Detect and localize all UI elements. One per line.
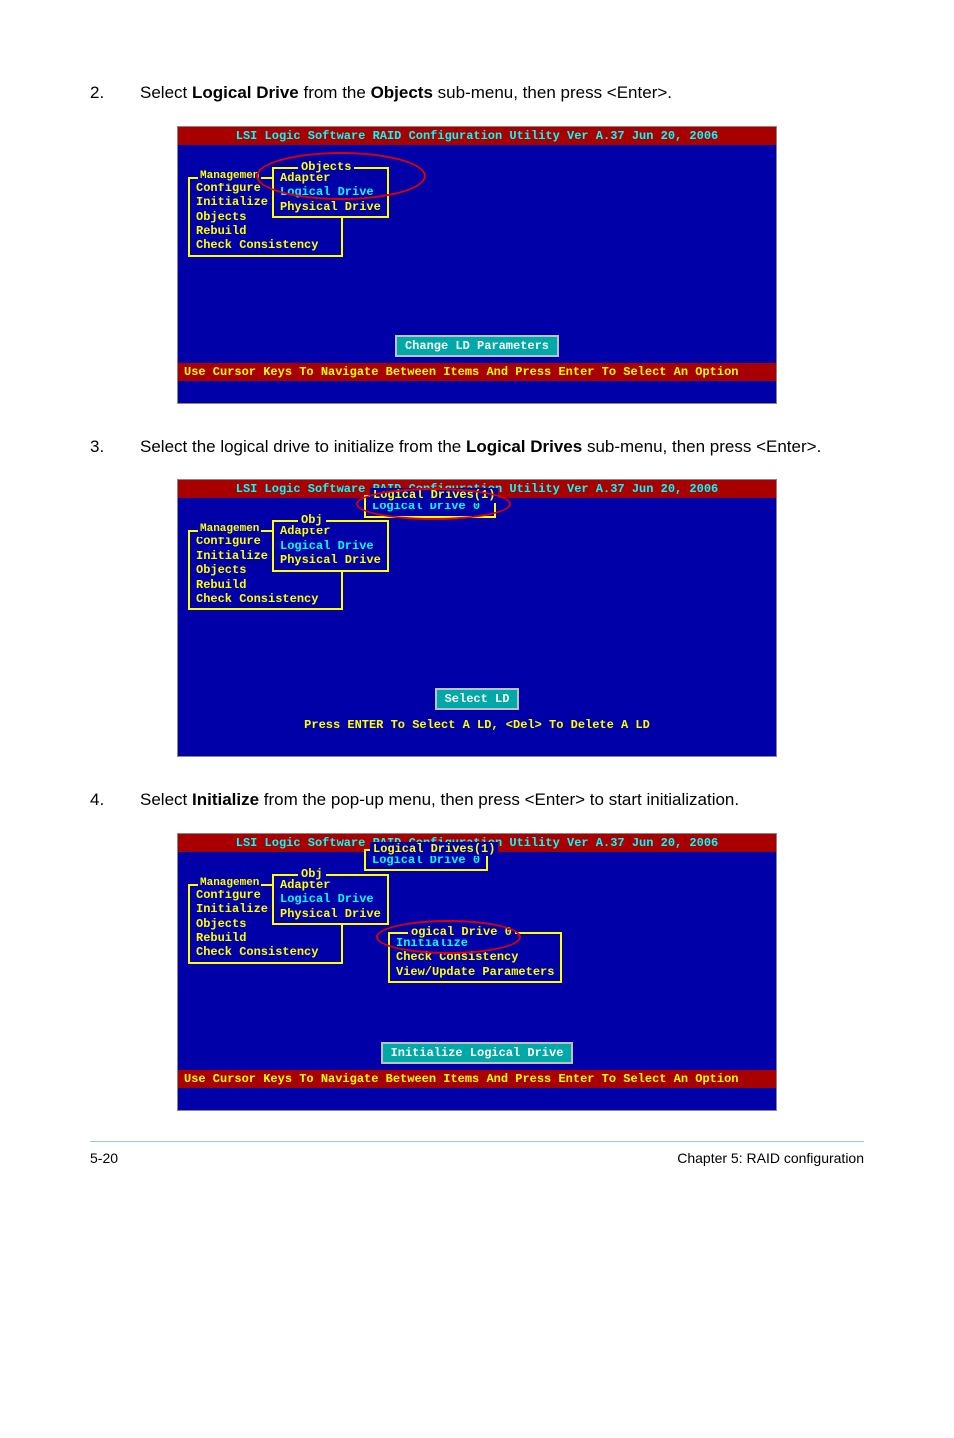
obj-item[interactable]: Physical Drive xyxy=(280,200,381,214)
obj-item[interactable]: Adapter xyxy=(280,878,381,892)
bios-screenshot-3: LSI Logic Software RAID Configuration Ut… xyxy=(177,833,777,1111)
objects-submenu: Obj Adapter Logical Drive Physical Drive xyxy=(272,520,389,571)
help-bar: Press ENTER To Select A LD, <Del> To Del… xyxy=(178,716,776,734)
obj-item[interactable]: Physical Drive xyxy=(280,907,381,921)
logical-drives-submenu: Logical Drives(1) Logical Drive 0 xyxy=(364,849,488,871)
step-number: 2. xyxy=(90,80,140,106)
action-item[interactable]: Check Consistency xyxy=(396,950,554,964)
obj-item-selected[interactable]: Logical Drive xyxy=(280,892,381,906)
ld-title: Logical Drives(1) xyxy=(370,842,498,856)
obj-item[interactable]: Adapter xyxy=(280,524,381,538)
status-bar: Initialize Logical Drive xyxy=(381,1042,574,1064)
objects-title-short: Obj xyxy=(298,867,326,881)
bios-screenshot-2: LSI Logic Software RAID Configuration Ut… xyxy=(177,479,777,757)
step-text: Select Initialize from the pop-up menu, … xyxy=(140,787,739,813)
mgmt-item[interactable]: Check Consistency xyxy=(196,592,335,606)
mgmt-title: Managemen xyxy=(198,877,261,890)
help-bar: Use Cursor Keys To Navigate Between Item… xyxy=(178,1070,776,1088)
objects-title-short: Obj xyxy=(298,513,326,527)
status-bar: Change LD Parameters xyxy=(395,335,559,357)
status-bar: Select LD xyxy=(435,688,520,710)
objects-submenu: Obj Adapter Logical Drive Physical Drive xyxy=(272,874,389,925)
obj-item-selected[interactable]: Logical Drive xyxy=(280,185,381,199)
step-4: 4. Select Initialize from the pop-up men… xyxy=(90,787,864,813)
step-text: Select Logical Drive from the Objects su… xyxy=(140,80,672,106)
action-item[interactable]: View/Update Parameters xyxy=(396,965,554,979)
step-3: 3. Select the logical drive to initializ… xyxy=(90,434,864,460)
mgmt-item[interactable]: Rebuild xyxy=(196,224,335,238)
step-text: Select the logical drive to initialize f… xyxy=(140,434,821,460)
help-bar: Use Cursor Keys To Navigate Between Item… xyxy=(178,363,776,381)
page-footer: 5-20 Chapter 5: RAID configuration xyxy=(90,1141,864,1166)
drive-action-menu: ogical Drive 0 Initialize Check Consiste… xyxy=(388,932,562,983)
logical-drives-submenu: Logical Drives(1) Logical Drive 0 xyxy=(364,495,496,517)
mgmt-item[interactable]: Rebuild xyxy=(196,578,335,592)
bios-title: LSI Logic Software RAID Configuration Ut… xyxy=(178,127,776,145)
mgmt-title: Managemen xyxy=(198,523,261,536)
obj-item-selected[interactable]: Logical Drive xyxy=(280,539,381,553)
step-number: 4. xyxy=(90,787,140,813)
step-number: 3. xyxy=(90,434,140,460)
mgmt-item[interactable]: Check Consistency xyxy=(196,945,335,959)
obj-item[interactable]: Physical Drive xyxy=(280,553,381,567)
bios-screenshot-1: LSI Logic Software RAID Configuration Ut… xyxy=(177,126,777,404)
objects-title: Objects xyxy=(298,160,354,174)
step-2: 2. Select Logical Drive from the Objects… xyxy=(90,80,864,106)
mgmt-item[interactable]: Check Consistency xyxy=(196,238,335,252)
objects-submenu: Objects Adapter Logical Drive Physical D… xyxy=(272,167,389,218)
ld-title: Logical Drives(1) xyxy=(370,488,498,502)
action-title: ogical Drive 0 xyxy=(408,925,515,939)
mgmt-title: Managemen xyxy=(198,170,261,183)
mgmt-item[interactable]: Rebuild xyxy=(196,931,335,945)
chapter-label: Chapter 5: RAID configuration xyxy=(677,1150,864,1166)
page-number: 5-20 xyxy=(90,1150,118,1166)
